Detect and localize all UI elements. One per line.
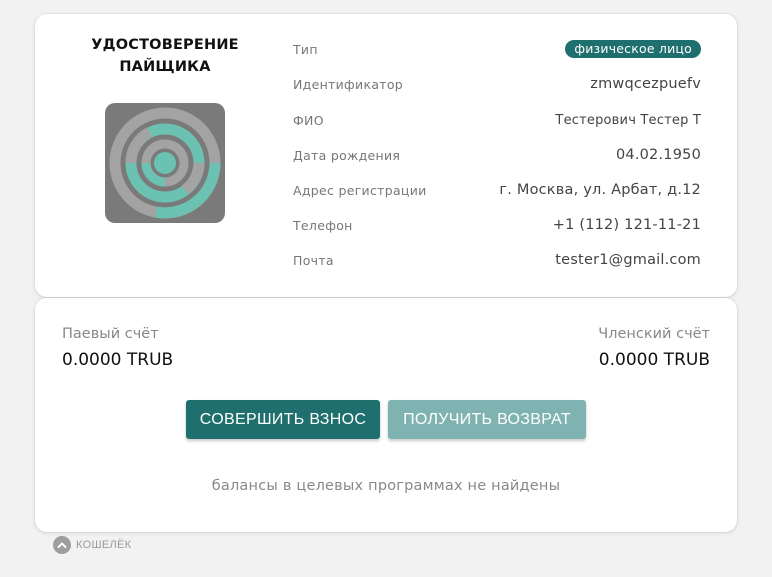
wallet-card: Паевый счёт 0.0000 TRUB Членский счёт 0.… — [35, 298, 737, 532]
member-account-label: Членский счёт — [598, 326, 710, 342]
member-certificate-card: УДОСТОВЕРЕНИЕ ПАЙЩИКА Тип физическое лиц… — [35, 14, 737, 297]
field-email: Почта tester1@gmail.com — [293, 249, 701, 271]
empty-programs-note: балансы в целевых программах не найдены — [211, 478, 561, 494]
field-label: ФИО — [293, 112, 324, 128]
wallet-collapse-toggle[interactable]: КОШЕЛЁК — [53, 536, 131, 554]
certificate-title: УДОСТОВЕРЕНИЕ ПАЙЩИКА — [91, 37, 239, 75]
field-label: Телефон — [293, 217, 353, 233]
field-label: Тип — [293, 41, 318, 57]
field-value: Тестерович Тестер Т — [555, 112, 701, 128]
field-full-name: ФИО Тестерович Тестер Т — [293, 109, 701, 131]
identicon-icon — [105, 103, 225, 223]
field-label: Дата рождения — [293, 147, 401, 163]
field-identifier: Идентификатор zmwqcezpuefv — [293, 73, 701, 95]
field-type: Тип физическое лицо — [293, 38, 701, 60]
chevron-up-icon — [53, 536, 71, 554]
share-account-label: Паевый счёт — [62, 326, 159, 342]
avatar-identicon — [105, 103, 225, 223]
field-label: Почта — [293, 252, 334, 268]
field-value: zmwqcezpuefv — [590, 76, 701, 92]
member-account-value: 0.0000 TRUB — [598, 350, 710, 370]
field-value: tester1@gmail.com — [555, 252, 701, 268]
make-deposit-button[interactable]: СОВЕРШИТЬ ВЗНОС — [186, 400, 380, 439]
field-phone: Телефон +1 (112) 121-11-21 — [293, 214, 701, 236]
get-refund-button[interactable]: ПОЛУЧИТЬ ВОЗВРАТ — [388, 400, 586, 439]
field-birth-date: Дата рождения 04.02.1950 — [293, 144, 701, 166]
field-label: Адрес регистрации — [293, 182, 427, 198]
field-label: Идентификатор — [293, 76, 404, 92]
field-value: г. Москва, ул. Арбат, д.12 — [499, 182, 701, 198]
field-value: 04.02.1950 — [615, 147, 701, 163]
field-value: +1 (112) 121-11-21 — [552, 217, 701, 233]
wallet-collapse-label: КОШЕЛЁК — [76, 539, 132, 551]
share-account-value: 0.0000 TRUB — [62, 350, 174, 370]
field-address: Адрес регистрации г. Москва, ул. Арбат, … — [293, 179, 701, 201]
type-badge: физическое лицо — [565, 40, 701, 58]
